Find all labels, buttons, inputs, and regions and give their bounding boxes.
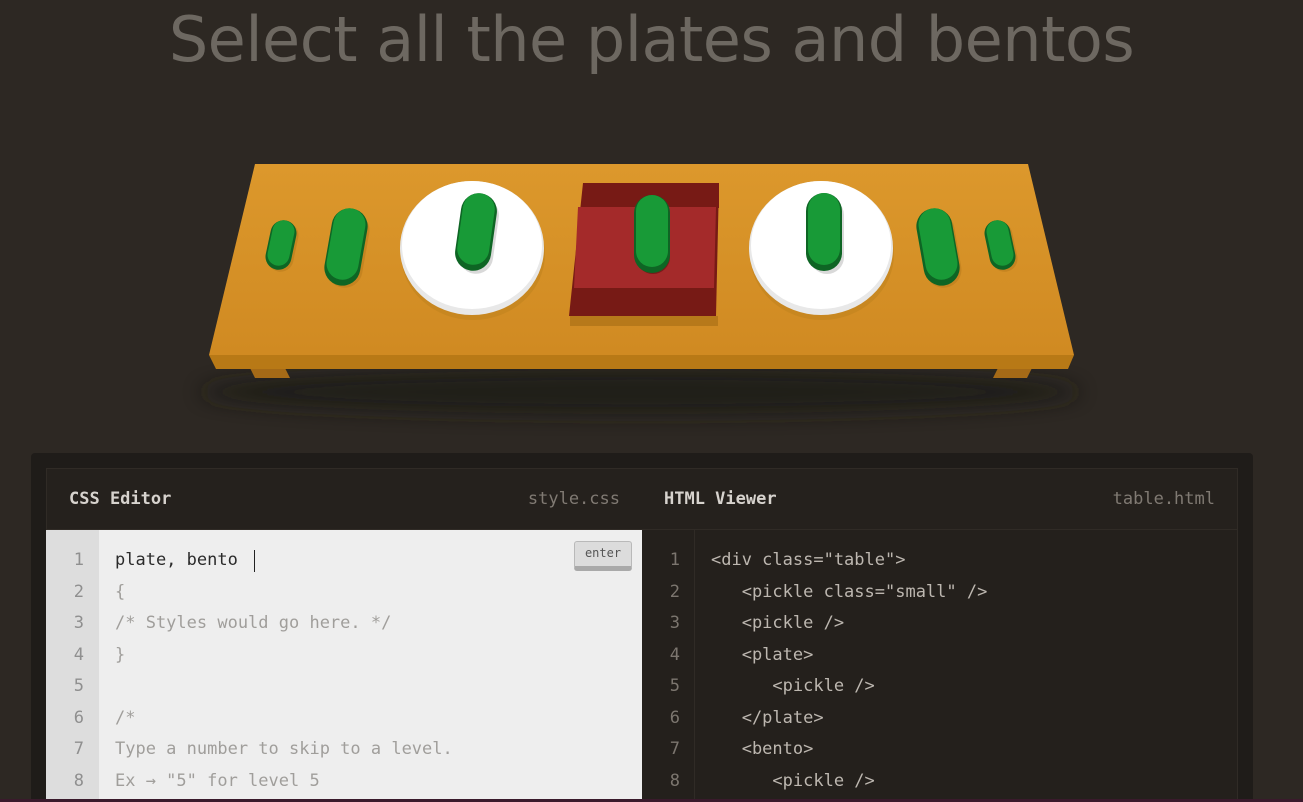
html-code-line[interactable]: <plate> [711,645,814,665]
html-line-number: 2 [669,582,680,602]
css-code-line: } [115,645,126,665]
html-code-line[interactable]: <bento> [711,739,814,759]
editor-container: CSS Editor style.css 1 2 3 4 5 6 7 8 ent… [31,453,1253,802]
css-editor-filename: style.css [527,489,620,509]
html-code-line[interactable]: <pickle class="small" /> [711,582,988,602]
css-code-line: /* [115,708,136,728]
css-line-number: 5 [73,676,84,696]
css-line-number: 4 [73,645,84,665]
plate-left[interactable] [400,181,545,320]
html-viewer-filename: table.html [1112,489,1215,509]
css-editor-header: CSS Editor style.css [46,468,642,530]
css-line-number: 8 [73,771,84,791]
css-line-number: 1 [73,550,84,570]
html-viewer-body: 1 2 3 4 5 6 7 8 <div class="table"> <pic… [642,530,1238,802]
css-line-number: 6 [73,708,84,728]
html-code-line[interactable]: <pickle /> [711,613,844,633]
css-line-number: 3 [73,613,84,633]
css-line-number: 2 [73,582,84,602]
plate-right[interactable] [749,181,894,320]
css-selector-input[interactable] [115,548,555,572]
html-line-gutter: 1 2 3 4 5 6 7 8 [642,530,695,802]
css-code-line: /* Styles would go here. */ [115,613,392,633]
html-viewer-header: HTML Viewer table.html [642,468,1238,530]
enter-button[interactable]: enter [574,541,632,571]
html-code-line[interactable]: <div class="table"> [711,550,905,570]
text-caret [254,550,255,572]
table-shadow [200,370,1080,414]
html-line-number: 5 [669,676,680,696]
html-line-number: 4 [669,645,680,665]
css-code-line: Type a number to skip to a level. [115,739,453,759]
css-editor-body: 1 2 3 4 5 6 7 8 enter { /* Styles would … [46,530,642,802]
html-line-number: 1 [669,550,680,570]
css-line-number: 7 [73,739,84,759]
html-viewer-title: HTML Viewer [664,489,777,509]
table-illustration [200,164,1080,414]
html-code-line[interactable]: <pickle /> [711,676,874,696]
game-page: Select all the plates and bentos CSS Edi… [0,0,1303,802]
html-code-line[interactable]: </plate> [711,708,824,728]
html-line-number: 7 [669,739,680,759]
css-line-gutter: 1 2 3 4 5 6 7 8 [46,530,99,802]
table-scene [0,0,1303,450]
css-code-line: Ex → "5" for level 5 [115,771,320,791]
table-leg-left [250,368,290,378]
bento-box[interactable] [569,183,719,326]
css-editor-title: CSS Editor [69,489,172,509]
table-edge [209,355,1074,369]
html-line-number: 6 [669,708,680,728]
html-line-number: 3 [669,613,680,633]
html-viewer-pane: HTML Viewer table.html 1 2 3 4 5 6 7 8 <… [642,468,1238,802]
table-leg-right [993,368,1032,378]
html-line-number: 8 [669,771,680,791]
css-editor-pane: CSS Editor style.css 1 2 3 4 5 6 7 8 ent… [46,468,642,802]
css-code-line: { [115,582,126,602]
html-code-line[interactable]: <pickle /> [711,771,874,791]
